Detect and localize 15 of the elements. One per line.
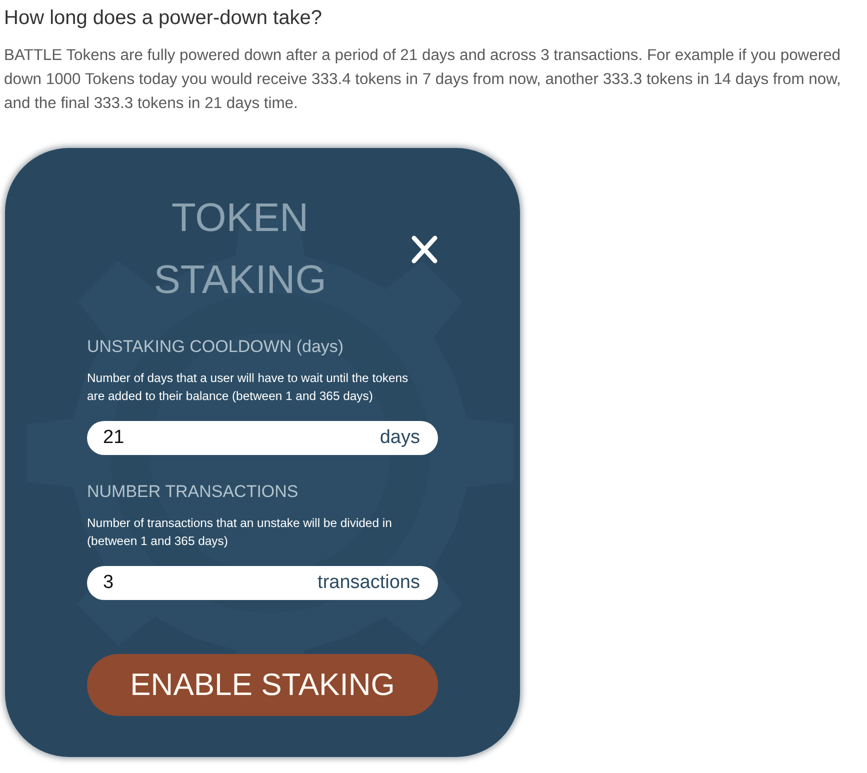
value-input[interactable]: 3 [103, 572, 119, 594]
field-help-text: Number of days that a user will have to wait until the tokens are added to their balance (between 1 and 365 days) [87, 370, 410, 405]
unit-label: transactions [318, 572, 420, 594]
explanation-paragraph: BATTLE Tokens are fully powered down after a period of 21 days and across 3 transactions. For example if you powered down 1000 Tokens today you would receive 333.4 tokens in 7 days from now, another 333.3 tokens in 14 days from now, and the final 333.3 tokens in 21 days time. [4, 46, 842, 114]
field-label: UNSTAKING COOLDOWN (days) [87, 336, 345, 358]
value-input[interactable]: 21 [103, 427, 130, 449]
input-field[interactable]: 21 days [87, 421, 438, 455]
section-heading: How long does a power-down take? [4, 6, 323, 31]
field-help-text: Number of transactions that an unstake will be divided in (between 1 and 365 days) [87, 515, 393, 550]
enable-staking-button[interactable]: ENABLE STAKING [87, 654, 438, 716]
close-icon[interactable] [411, 234, 438, 264]
dialog-title: TOKEN STAKING [152, 195, 328, 304]
field-label: NUMBER TRANSACTIONS [87, 481, 300, 503]
unit-label: days [380, 427, 420, 449]
input-field[interactable]: 3 transactions [87, 566, 438, 600]
